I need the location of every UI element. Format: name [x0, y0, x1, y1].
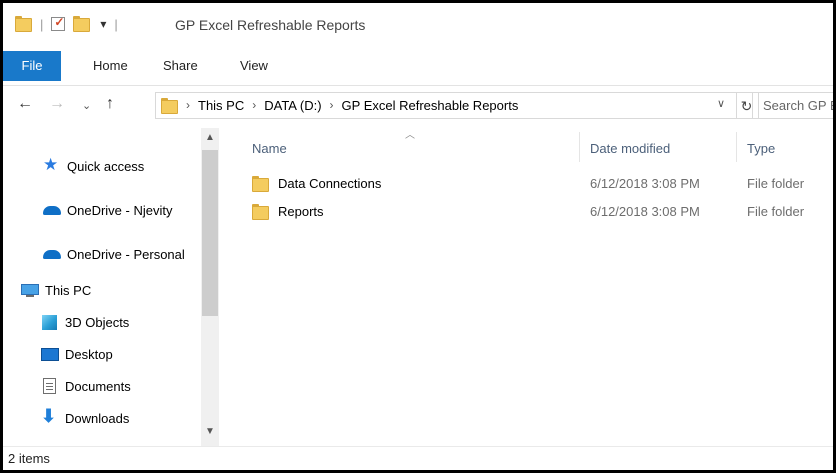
- nav-item-quick-access[interactable]: ★ Quick access: [43, 154, 144, 178]
- breadcrumb-chevron-icon[interactable]: ›: [252, 93, 256, 118]
- computer-icon: [21, 282, 39, 298]
- title-bar: | ✓ ▾ | GP Excel Refreshable Reports: [3, 3, 833, 53]
- window-title: GP Excel Refreshable Reports: [175, 17, 366, 33]
- ribbon: File Home Share View: [3, 51, 833, 86]
- item-count: 2 items: [8, 451, 50, 466]
- table-row[interactable]: Data Connections 6/12/2018 3:08 PM File …: [223, 172, 833, 196]
- address-row: ← → ⌄ ↑ › This PC › DATA (D:) › GP Excel…: [3, 87, 833, 125]
- qat-dropdown-icon[interactable]: ▾: [100, 17, 106, 31]
- forward-arrow-icon[interactable]: →: [49, 95, 65, 113]
- nav-item-label: OneDrive - Personal: [67, 246, 185, 262]
- tab-file[interactable]: File: [3, 51, 61, 81]
- desktop-icon: [41, 346, 59, 362]
- onedrive-icon: [43, 202, 61, 218]
- nav-item-label: Downloads: [65, 410, 130, 426]
- toolbar-divider: |: [40, 16, 44, 32]
- document-icon: [41, 378, 59, 394]
- address-dropdown-icon[interactable]: ∨: [717, 97, 725, 110]
- nav-item-downloads[interactable]: ⬇ Downloads: [41, 406, 129, 430]
- onedrive-icon: [43, 246, 61, 262]
- nav-pane-scrollbar[interactable]: ▲ ▼: [201, 128, 219, 446]
- nav-item-desktop[interactable]: Desktop: [41, 342, 113, 366]
- search-input[interactable]: Search GP Excel Refreshable Reports: [752, 92, 833, 119]
- explorer-window: | ✓ ▾ | GP Excel Refreshable Reports Fil…: [0, 0, 836, 473]
- nav-item-this-pc[interactable]: This PC: [21, 278, 91, 302]
- scroll-down-icon[interactable]: ▼: [201, 426, 219, 437]
- column-divider[interactable]: [736, 132, 737, 162]
- file-date-modified: 6/12/2018 3:08 PM: [590, 176, 700, 191]
- quick-access-toolbar: | ✓ ▾ |: [15, 15, 118, 32]
- folder-icon[interactable]: [15, 16, 32, 32]
- table-row[interactable]: Reports 6/12/2018 3:08 PM File folder: [223, 200, 833, 224]
- up-arrow-icon[interactable]: ↑: [106, 95, 114, 113]
- tab-share[interactable]: Share: [163, 51, 198, 81]
- column-header-type[interactable]: Type: [747, 136, 775, 162]
- back-arrow-icon[interactable]: ←: [17, 95, 33, 113]
- recent-locations-chevron-icon[interactable]: ⌄: [82, 99, 91, 112]
- properties-check-icon[interactable]: ✓: [51, 15, 66, 31]
- nav-item-label: This PC: [45, 282, 92, 298]
- nav-item-documents[interactable]: Documents: [41, 374, 131, 398]
- nav-item-label: 3D Objects: [65, 314, 130, 330]
- nav-item-label: Desktop: [65, 346, 113, 362]
- sort-ascending-icon: ︿: [405, 130, 415, 141]
- scroll-up-icon[interactable]: ▲: [201, 132, 219, 143]
- file-name: Reports: [278, 204, 324, 219]
- nav-item-onedrive-personal[interactable]: OneDrive - Personal: [43, 242, 185, 266]
- nav-item-label: OneDrive - Njevity: [67, 202, 173, 218]
- cube-icon: [41, 314, 59, 330]
- new-folder-icon[interactable]: [73, 16, 91, 32]
- tab-home[interactable]: Home: [93, 51, 128, 81]
- file-date-modified: 6/12/2018 3:08 PM: [590, 204, 700, 219]
- tab-view[interactable]: View: [240, 51, 268, 81]
- column-header-name[interactable]: Name: [252, 136, 287, 162]
- navigation-pane: ★ Quick access OneDrive - Njevity OneDri…: [3, 128, 223, 446]
- folder-icon: [161, 97, 178, 114]
- file-type: File folder: [747, 176, 805, 191]
- title-divider: |: [114, 16, 118, 32]
- breadcrumb-chevron-icon[interactable]: ›: [330, 93, 334, 118]
- breadcrumb-chevron-icon[interactable]: ›: [186, 93, 190, 118]
- star-icon: ★: [43, 155, 59, 174]
- file-name: Data Connections: [278, 176, 382, 191]
- nav-item-3d-objects[interactable]: 3D Objects: [41, 310, 129, 334]
- breadcrumb-this-pc[interactable]: This PC: [198, 93, 244, 118]
- address-bar[interactable]: › This PC › DATA (D:) › GP Excel Refresh…: [155, 92, 737, 119]
- status-bar: 2 items: [3, 446, 833, 470]
- folder-icon: [252, 204, 269, 220]
- nav-item-label: Documents: [65, 378, 131, 394]
- breadcrumb: › This PC › DATA (D:) › GP Excel Refresh…: [156, 93, 518, 118]
- column-header-date-modified[interactable]: Date modified: [590, 136, 670, 162]
- column-divider[interactable]: [579, 132, 580, 162]
- download-icon: ⬇: [41, 406, 57, 426]
- breadcrumb-current-folder[interactable]: GP Excel Refreshable Reports: [342, 93, 519, 118]
- file-type: File folder: [747, 204, 805, 219]
- file-list: ︿ Name Date modified Type Data Connectio…: [223, 128, 833, 446]
- nav-item-label: Quick access: [67, 158, 145, 174]
- folder-icon: [252, 176, 269, 192]
- scrollbar-thumb[interactable]: [202, 150, 218, 316]
- breadcrumb-data-drive[interactable]: DATA (D:): [264, 93, 321, 118]
- nav-item-onedrive-njevity[interactable]: OneDrive - Njevity: [43, 198, 172, 222]
